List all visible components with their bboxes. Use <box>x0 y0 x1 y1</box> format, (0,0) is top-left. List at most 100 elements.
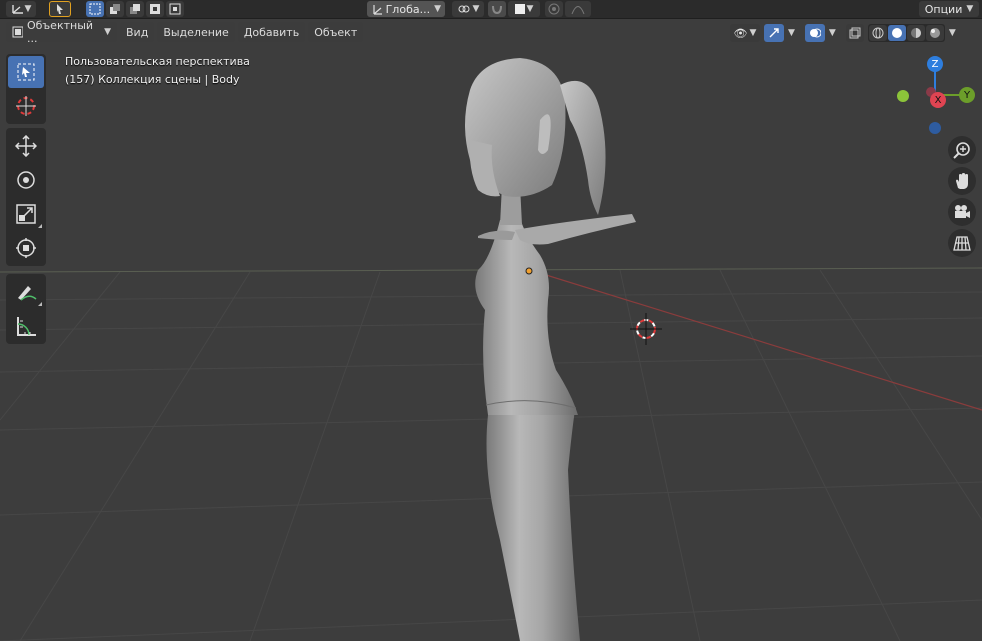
transform-orientation-dropdown[interactable]: Глоба... ▼ <box>367 1 445 17</box>
chevron-down-icon: ▼ <box>749 28 757 38</box>
invert-selection-icon <box>150 4 160 14</box>
chevron-down-icon: ▼ <box>472 4 480 14</box>
subtract-selection-icon <box>130 4 140 14</box>
scale-icon <box>16 204 36 224</box>
menu-view[interactable]: Вид <box>120 22 155 42</box>
tool-settings-bar: ▼ Глоба... ▼ ▼ ▼ Опции ▼ <box>0 0 982 19</box>
editor-type-selector[interactable]: ▼ <box>6 1 36 17</box>
magnet-icon <box>492 5 502 15</box>
new-selection-icon <box>89 3 101 15</box>
pivot-point-icon <box>458 5 470 13</box>
orientation-label: Глоба... <box>385 2 431 16</box>
falloff-dropdown[interactable] <box>565 1 591 17</box>
grid-ortho-icon <box>953 236 971 251</box>
tool-annotate[interactable] <box>8 276 44 308</box>
eye-icon: 👁 <box>733 26 748 40</box>
overlays-toggle[interactable] <box>804 24 825 42</box>
editor-type-button[interactable]: ▼ <box>6 1 36 17</box>
viewport-header: Объектный ... ▼ Вид Выделение Добавить О… <box>0 19 364 45</box>
3d-viewport[interactable] <box>0 0 982 641</box>
interaction-mode-label: Объектный ... <box>26 19 94 45</box>
tool-rotate[interactable] <box>8 164 44 196</box>
tool-move[interactable] <box>8 130 44 162</box>
zoom-icon <box>953 142 970 159</box>
pivot-point-dropdown[interactable]: ▼ <box>452 1 484 17</box>
pan-button[interactable] <box>948 167 976 195</box>
shading-wireframe-button[interactable] <box>868 25 887 41</box>
chevron-down-icon: ▼ <box>526 4 534 14</box>
snap-target-dropdown[interactable]: ▼ <box>508 1 540 17</box>
tool-scale[interactable] <box>8 198 44 230</box>
toolbar-group-transform <box>6 128 46 266</box>
select-tool-indicator[interactable] <box>49 1 71 17</box>
object-mode-icon <box>12 26 23 38</box>
cursor-arrow-icon <box>57 4 63 14</box>
camera-icon <box>955 205 970 218</box>
select-box-icon <box>17 63 35 81</box>
proportional-edit-icon <box>548 3 560 15</box>
chevron-down-icon: ▼ <box>966 4 974 14</box>
wireframe-sphere-icon <box>872 27 884 39</box>
mode-subtract-button[interactable] <box>126 1 144 17</box>
falloff-curve-icon <box>571 6 585 15</box>
ortho-toggle-button[interactable] <box>948 229 976 257</box>
gizmo-options-chevron-icon[interactable]: ▼ <box>788 28 795 38</box>
axes-icon <box>11 5 23 14</box>
solid-sphere-icon <box>891 28 902 38</box>
shading-material-button[interactable] <box>906 25 925 41</box>
xray-toggle[interactable] <box>845 24 864 42</box>
snap-increment-icon <box>514 4 525 14</box>
mode-extend-button[interactable] <box>106 1 124 17</box>
extend-selection-icon <box>110 4 120 14</box>
tool-cursor[interactable] <box>8 90 44 122</box>
rendered-sphere-icon <box>929 28 940 38</box>
tool-select-box[interactable] <box>8 56 44 88</box>
overlays-options-chevron-icon[interactable]: ▼ <box>829 28 836 38</box>
collection-info-text: (157) Коллекция сцены | Body <box>65 73 240 86</box>
chevron-down-icon: ▼ <box>24 4 32 14</box>
snap-toggle[interactable] <box>488 1 506 17</box>
gizmo-toggle[interactable] <box>764 24 784 42</box>
zoom-button[interactable] <box>948 136 976 164</box>
snapping-group: ▼ <box>488 1 540 17</box>
proportional-edit-toggle[interactable] <box>545 1 563 17</box>
shading-options-chevron-icon[interactable]: ▼ <box>949 28 956 38</box>
gizmo-x-axis[interactable]: X <box>930 92 946 108</box>
tool-measure[interactable] <box>8 310 44 342</box>
gizmo-y-axis[interactable]: Y <box>959 87 975 103</box>
mode-invert-button[interactable] <box>146 1 164 17</box>
rotate-icon <box>17 171 35 189</box>
tool-options-corner-icon <box>38 224 42 228</box>
transform-icon <box>16 238 36 258</box>
chevron-down-icon: ▼ <box>434 4 441 14</box>
visibility-dropdown[interactable]: 👁 ▼ <box>730 24 760 42</box>
menu-select[interactable]: Выделение <box>157 22 235 42</box>
gizmo-y-label: Y <box>963 89 971 101</box>
viewport-display-controls: 👁 ▼ ▼ ▼ ▼ <box>730 23 956 43</box>
toolbar-group-annotate <box>6 274 46 344</box>
tool-transform[interactable] <box>8 232 44 264</box>
tool-options-corner-icon <box>38 302 42 306</box>
shading-mode-group <box>867 24 945 42</box>
move-icon <box>15 135 37 157</box>
shading-solid-button[interactable] <box>887 25 906 41</box>
menu-object[interactable]: Объект <box>308 22 364 42</box>
overlays-icon <box>809 28 821 38</box>
gizmo-icon <box>769 28 779 38</box>
menu-add[interactable]: Добавить <box>237 22 306 42</box>
gizmo-z-axis[interactable]: Z <box>927 56 943 72</box>
chevron-down-icon: ▼ <box>104 27 111 37</box>
gizmo-x-label: X <box>934 94 942 106</box>
intersect-selection-icon <box>169 3 181 15</box>
annotate-icon <box>18 286 37 301</box>
proportional-edit-group <box>545 1 591 17</box>
options-dropdown[interactable]: Опции ▼ <box>919 1 979 17</box>
mode-new-button[interactable] <box>86 1 104 17</box>
mode-intersect-button[interactable] <box>166 1 184 17</box>
selection-mode-group <box>86 1 184 17</box>
shading-rendered-button[interactable] <box>925 25 944 41</box>
options-label: Опции <box>924 2 963 16</box>
interaction-mode-dropdown[interactable]: Объектный ... ▼ <box>6 19 117 45</box>
camera-view-button[interactable] <box>948 198 976 226</box>
measure-icon <box>17 317 36 336</box>
